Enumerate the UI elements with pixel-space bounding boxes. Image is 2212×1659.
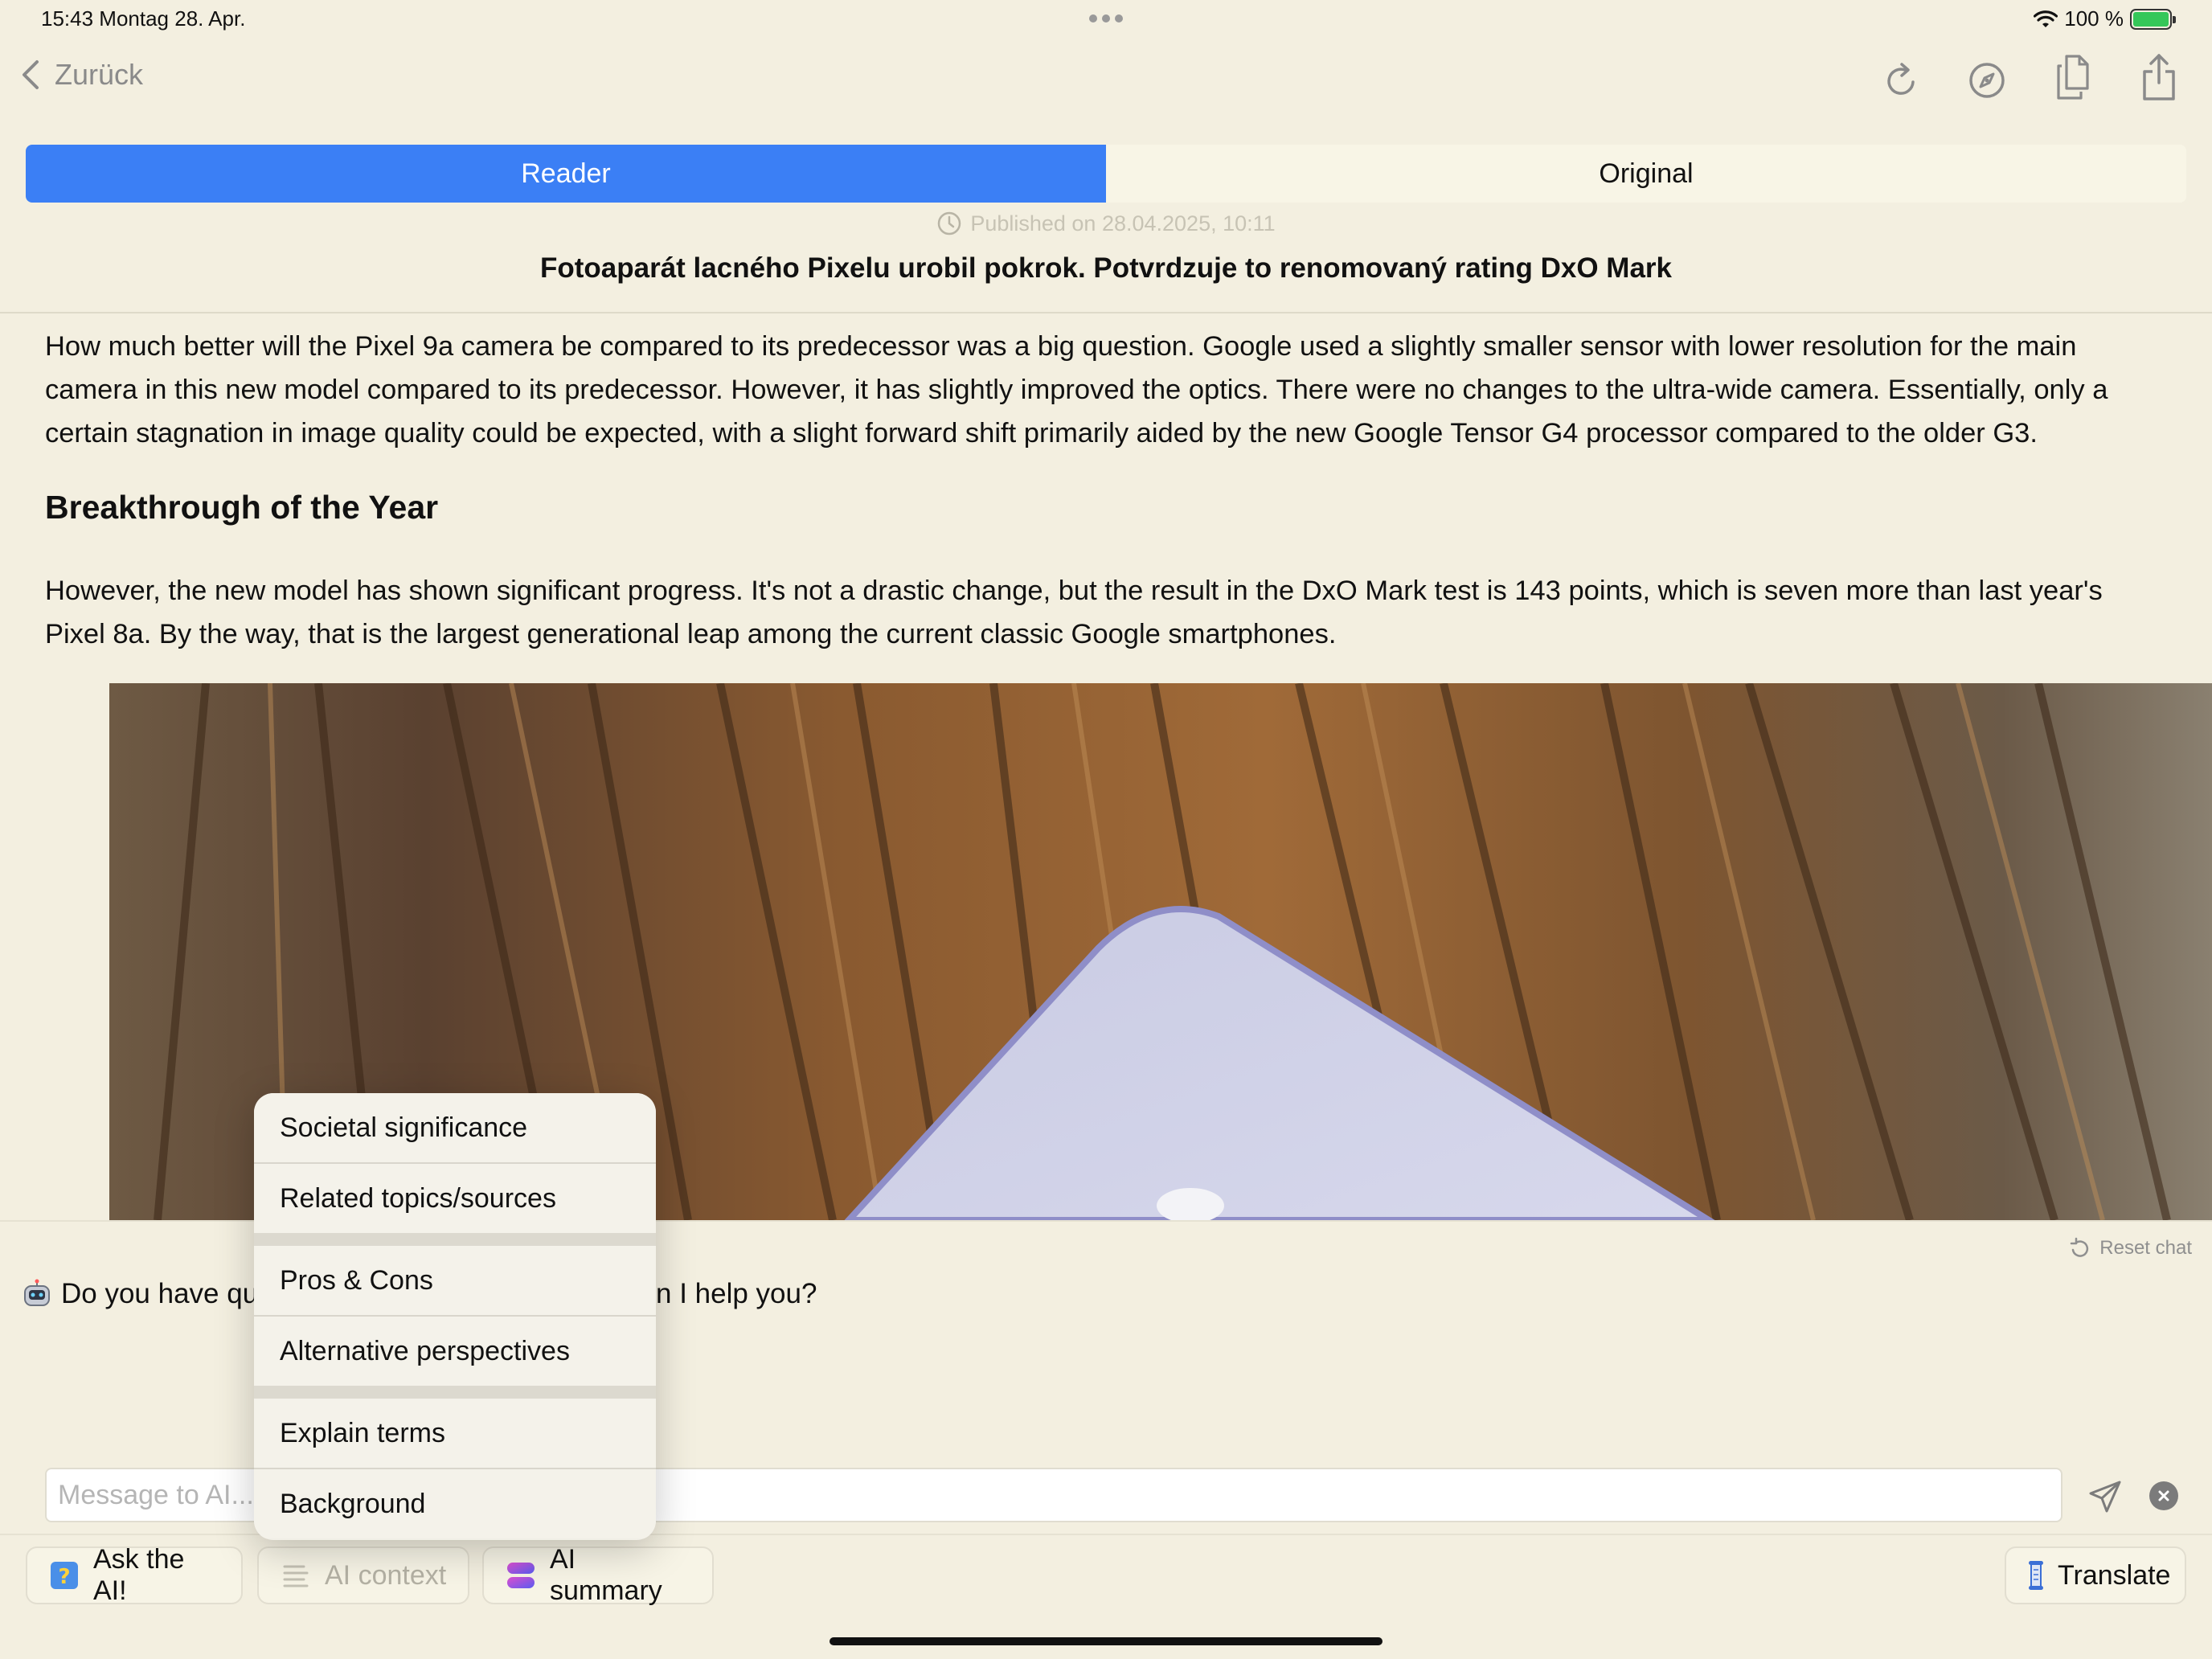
ai-welcome-message-rest: n I help you? bbox=[656, 1278, 817, 1310]
published-date: Published on 28.04.2025, 10:11 bbox=[0, 211, 2212, 236]
battery-percent: 100 % bbox=[2064, 6, 2124, 31]
send-button[interactable] bbox=[2084, 1476, 2126, 1518]
status-bar: 15:43 Montag 28. Apr. 100 % bbox=[0, 0, 2212, 40]
menu-group-divider bbox=[254, 1386, 656, 1399]
paper-plane-icon bbox=[2089, 1481, 2121, 1513]
menu-item-background[interactable]: Background bbox=[254, 1469, 656, 1538]
translate-label: Translate bbox=[2058, 1559, 2171, 1591]
copy-button[interactable] bbox=[2050, 51, 2098, 103]
app-window: 15:43 Montag 28. Apr. 100 % Zurück Reade… bbox=[0, 0, 2212, 1659]
summary-icon bbox=[505, 1559, 537, 1591]
svg-text:?: ? bbox=[58, 1565, 70, 1589]
share-icon bbox=[2143, 54, 2175, 100]
compass-icon bbox=[1969, 63, 2005, 98]
ai-welcome-message: Do you have qu bbox=[21, 1278, 258, 1310]
published-text: Published on 28.04.2025, 10:11 bbox=[970, 211, 1276, 236]
ask-ai-label: Ask the AI! bbox=[93, 1544, 185, 1606]
ai-message-text-right: n I help you? bbox=[656, 1278, 817, 1309]
back-label: Zurück bbox=[55, 58, 144, 91]
menu-group-divider bbox=[254, 1233, 656, 1246]
close-icon bbox=[2158, 1490, 2169, 1501]
copy-icon bbox=[2057, 55, 2089, 100]
menu-item-societal-significance[interactable]: Societal significance bbox=[254, 1093, 656, 1162]
battery-icon bbox=[2130, 8, 2176, 30]
compass-button[interactable] bbox=[1963, 55, 2011, 106]
article-heading: Breakthrough of the Year bbox=[45, 489, 439, 526]
tab-original[interactable]: Original bbox=[1106, 145, 2186, 203]
ai-context-button[interactable]: AI context bbox=[257, 1546, 469, 1604]
question-icon: ? bbox=[48, 1559, 80, 1591]
share-button[interactable] bbox=[2135, 51, 2183, 103]
ai-prompt-menu: Societal significance Related topics/sou… bbox=[254, 1093, 656, 1540]
header-divider bbox=[0, 312, 2212, 313]
scroll-icon bbox=[2027, 1559, 2045, 1591]
article-title: Fotoaparát lacného Pixelu urobil pokrok.… bbox=[539, 252, 1673, 284]
reset-chat-label: Reset chat bbox=[2099, 1237, 2192, 1259]
translate-button[interactable]: Translate bbox=[2005, 1546, 2186, 1604]
home-indicator[interactable] bbox=[830, 1637, 1382, 1645]
ai-message-text-left: Do you have qu bbox=[61, 1278, 259, 1309]
menu-item-alternative-perspectives[interactable]: Alternative perspectives bbox=[254, 1317, 656, 1386]
chevron-left-icon bbox=[23, 60, 39, 89]
wifi-icon bbox=[2034, 10, 2058, 27]
status-time-date: 15:43 Montag 28. Apr. bbox=[41, 6, 246, 31]
ai-summary-label: AI summary bbox=[550, 1544, 662, 1606]
menu-item-pros-cons[interactable]: Pros & Cons bbox=[254, 1246, 656, 1315]
list-icon bbox=[280, 1559, 312, 1591]
article-paragraph: However, the new model has shown signifi… bbox=[45, 576, 2103, 649]
article-paragraph: How much better will the Pixel 9a camera… bbox=[45, 331, 2108, 449]
ai-context-label: AI context bbox=[325, 1559, 447, 1591]
tab-reader[interactable]: Reader bbox=[26, 145, 1106, 203]
ask-ai-button[interactable]: ? Ask the AI! bbox=[26, 1544, 243, 1606]
menu-item-related-topics[interactable]: Related topics/sources bbox=[254, 1164, 656, 1233]
multitasking-dots-icon[interactable] bbox=[1089, 14, 1123, 23]
clear-input-button[interactable] bbox=[2149, 1481, 2178, 1510]
reload-button[interactable] bbox=[1878, 55, 1926, 106]
reset-chat-button[interactable]: Reset chat bbox=[2069, 1235, 2192, 1262]
robot-icon bbox=[24, 1279, 50, 1306]
view-mode-tabs: Reader Original bbox=[26, 145, 2186, 203]
back-button[interactable]: Zurück bbox=[19, 58, 143, 92]
reload-icon bbox=[1887, 63, 1915, 95]
status-indicators: 100 % bbox=[2034, 6, 2176, 31]
clock-icon bbox=[938, 211, 961, 236]
ai-summary-button[interactable]: AI summary bbox=[482, 1544, 714, 1606]
reset-icon bbox=[2071, 1237, 2089, 1257]
menu-item-explain-terms[interactable]: Explain terms bbox=[254, 1399, 656, 1468]
